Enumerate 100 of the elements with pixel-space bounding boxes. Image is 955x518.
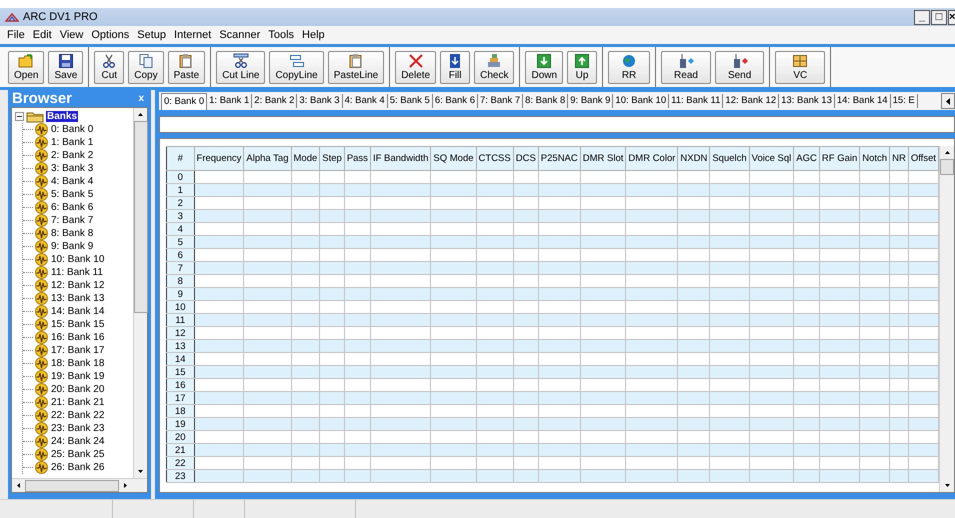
column-header[interactable]: Frequency [194,146,244,170]
tab[interactable]: 15: E [890,94,918,108]
input-field[interactable] [159,116,955,133]
tree-item[interactable]: 22: Bank 22 [50,410,106,421]
toolbar-button[interactable]: RR [608,50,650,84]
arrow-left-icon[interactable] [944,96,952,106]
tree-item[interactable]: 13: Bank 13 [50,293,106,304]
column-header[interactable]: AGC [794,146,820,170]
tree-item[interactable]: 5: Bank 5 [50,189,94,200]
column-header[interactable]: CTCSS [476,146,514,170]
menu-item[interactable]: Edit [28,29,56,41]
scrollbar[interactable] [939,146,954,492]
column-header[interactable]: Notch [860,146,890,170]
column-header[interactable]: Voice Sql [749,146,794,170]
toolbar-button[interactable]: Open [8,50,44,84]
menu-item[interactable]: Internet [170,29,216,41]
tree-item[interactable]: 17: Bank 17 [50,345,106,356]
column-header[interactable]: IF Bandwidth [370,146,431,170]
toolbar-button[interactable]: Cut Line [216,50,266,84]
tree-item[interactable]: 0: Bank 0 [50,124,94,135]
toolbar-button[interactable]: Save [48,50,84,84]
column-header[interactable]: P25NAC [538,146,580,170]
tree-item[interactable]: 11: Bank 11 [50,267,104,278]
tab[interactable]: 1: Bank 1 [207,94,252,108]
tree-item[interactable]: 3: Bank 3 [50,163,94,174]
tab[interactable]: 3: Bank 3 [297,94,343,108]
tab[interactable]: 0: Bank 0 [161,92,208,110]
tab[interactable]: 6: Bank 6 [432,94,478,108]
tree-item[interactable]: 23: Bank 23 [50,423,106,434]
tab[interactable]: 10: Bank 10 [613,94,670,108]
close-button[interactable]: × [948,10,955,24]
menu-item[interactable]: Scanner [215,29,264,41]
tree-item[interactable]: 1: Bank 1 [50,137,94,148]
column-header[interactable]: SQ Mode [430,146,476,170]
toolbar-button[interactable]: Down [525,50,564,84]
column-header[interactable]: Alpha Tag [244,146,291,170]
tree-item[interactable]: 16: Bank 16 [50,332,106,343]
tab[interactable]: 4: Bank 4 [342,94,388,108]
tree-item[interactable]: 20: Bank 20 [50,384,106,395]
column-header[interactable]: Pass [344,146,370,170]
tree-item[interactable]: 6: Bank 6 [50,202,94,213]
tab[interactable]: 7: Bank 7 [478,94,524,108]
tree-item[interactable]: 12: Bank 12 [50,280,106,291]
tree-item[interactable]: 7: Bank 7 [50,215,94,226]
toolbar-button[interactable]: Check [474,50,514,84]
tab[interactable]: 11: Bank 11 [669,94,724,108]
maximize-button[interactable]: □ [931,10,947,24]
tab[interactable]: 12: Bank 12 [723,94,780,108]
scrollbar-thumb[interactable] [940,159,954,175]
scrollbar-thumb[interactable] [25,480,119,492]
tree-item[interactable]: 9: Bank 9 [50,241,94,252]
scrollbar[interactable] [133,108,147,478]
toolbar-button[interactable]: Cut [94,50,124,84]
tab[interactable]: 5: Bank 5 [388,94,433,108]
column-header[interactable]: NXDN [678,146,710,170]
scrollbar-thumb[interactable] [134,121,148,313]
column-header[interactable]: Offset [908,146,938,170]
tree-item[interactable]: 15: Bank 15 [50,319,106,330]
toolbar-button[interactable]: Read [661,50,711,84]
toolbar-button[interactable]: VC [775,50,826,84]
minimize-button[interactable]: _ [914,10,930,24]
toolbar-button[interactable]: Paste [168,50,206,84]
column-header[interactable]: Step [320,146,344,170]
column-header[interactable]: DMR Color [626,146,678,170]
column-header[interactable]: Mode [291,146,320,170]
tab[interactable]: 13: Bank 13 [779,94,835,108]
toolbar-button[interactable]: Copy [128,50,164,84]
scrollbar[interactable] [12,478,147,492]
column-header[interactable]: DCS [513,146,538,170]
tree-item[interactable]: 14: Bank 14 [50,306,106,317]
tab[interactable]: 14: Bank 14 [834,94,891,108]
tab[interactable]: 2: Bank 2 [252,94,298,108]
tree-item[interactable]: 4: Bank 4 [50,176,94,187]
menu-item[interactable]: Tools [264,29,298,41]
menu-item[interactable]: File [3,29,29,41]
column-header[interactable]: # [166,146,194,170]
menu-item[interactable]: Setup [133,29,170,41]
toolbar-button[interactable]: Delete [395,50,436,84]
tree-item[interactable]: 21: Bank 21 [50,397,106,408]
menu-item[interactable]: View [56,29,88,41]
toolbar-button[interactable]: PasteLine [328,50,384,84]
menu-item[interactable]: Options [87,29,134,41]
tree-item[interactable]: 10: Bank 10 [50,254,106,265]
tab[interactable]: 9: Bank 9 [568,94,614,108]
tree-item[interactable]: 8: Bank 8 [50,228,94,239]
tree-item[interactable]: 26: Bank 26 [50,462,106,473]
toolbar-button[interactable]: CopyLine [269,50,324,84]
toolbar-button[interactable]: Fill [440,50,470,84]
toolbar-button[interactable]: Send [714,50,764,84]
tree-item[interactable]: 25: Bank 25 [50,449,106,460]
column-header[interactable]: RF Gain [819,146,860,170]
column-header[interactable]: DMR Slot [580,146,626,170]
tree-item[interactable]: 18: Bank 18 [50,358,106,369]
column-header[interactable]: NR [890,146,908,170]
tree-item[interactable]: 19: Bank 19 [50,371,106,382]
tree-item[interactable]: 2: Bank 2 [50,150,94,161]
tree-item[interactable]: 24: Bank 24 [50,436,106,447]
tab[interactable]: 8: Bank 8 [523,94,568,108]
collapse-icon[interactable] [15,112,24,121]
toolbar-button[interactable]: Up [567,50,598,84]
